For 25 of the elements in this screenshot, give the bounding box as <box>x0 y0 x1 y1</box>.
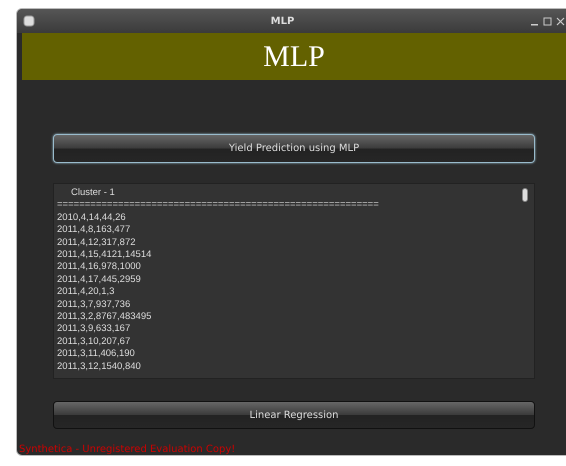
window-menu-icon[interactable] <box>23 15 35 27</box>
data-row: 2011,4,12,317,872 <box>57 236 136 250</box>
data-row: 2011,3,2,8767,483495 <box>57 311 152 324</box>
data-row: 2011,3,7,937,736 <box>57 298 130 312</box>
output-text-area[interactable] <box>53 183 535 379</box>
data-row: 2011,4,17,445,2959 <box>57 274 141 286</box>
data-row: 2011,3,9,633,167 <box>57 323 130 336</box>
close-icon[interactable] <box>556 16 565 26</box>
data-row: 2011,3,12,1540,840 <box>57 360 141 374</box>
data-row: 2011,3,11,406,190 <box>57 348 135 361</box>
predict-button[interactable]: Yield Prediction using MLP <box>53 134 535 163</box>
data-row: 2010,4,14,44,26 <box>57 212 126 224</box>
maximize-icon[interactable] <box>543 16 552 26</box>
data-row: 2011,4,20,1,3 <box>57 286 114 299</box>
cluster-heading: Cluster - 1 <box>70 187 115 200</box>
scrollbar-thumb[interactable] <box>522 188 528 202</box>
data-row: 2011,4,8,163,477 <box>57 224 130 237</box>
banner-title: MLP <box>263 40 325 74</box>
evaluation-notice: Synthetica - Unregistered Evaluation Copy! <box>19 444 236 455</box>
data-row: 2011,3,10,207,67 <box>57 336 130 348</box>
regression-button[interactable]: Linear Regression <box>53 401 535 429</box>
window-title: MLP <box>270 16 296 26</box>
separator-line: ========================================================== <box>57 199 379 212</box>
data-row: 2011,4,15,4121,14514 <box>57 249 152 262</box>
data-row: 2011,4,16,978,1000 <box>57 261 141 274</box>
